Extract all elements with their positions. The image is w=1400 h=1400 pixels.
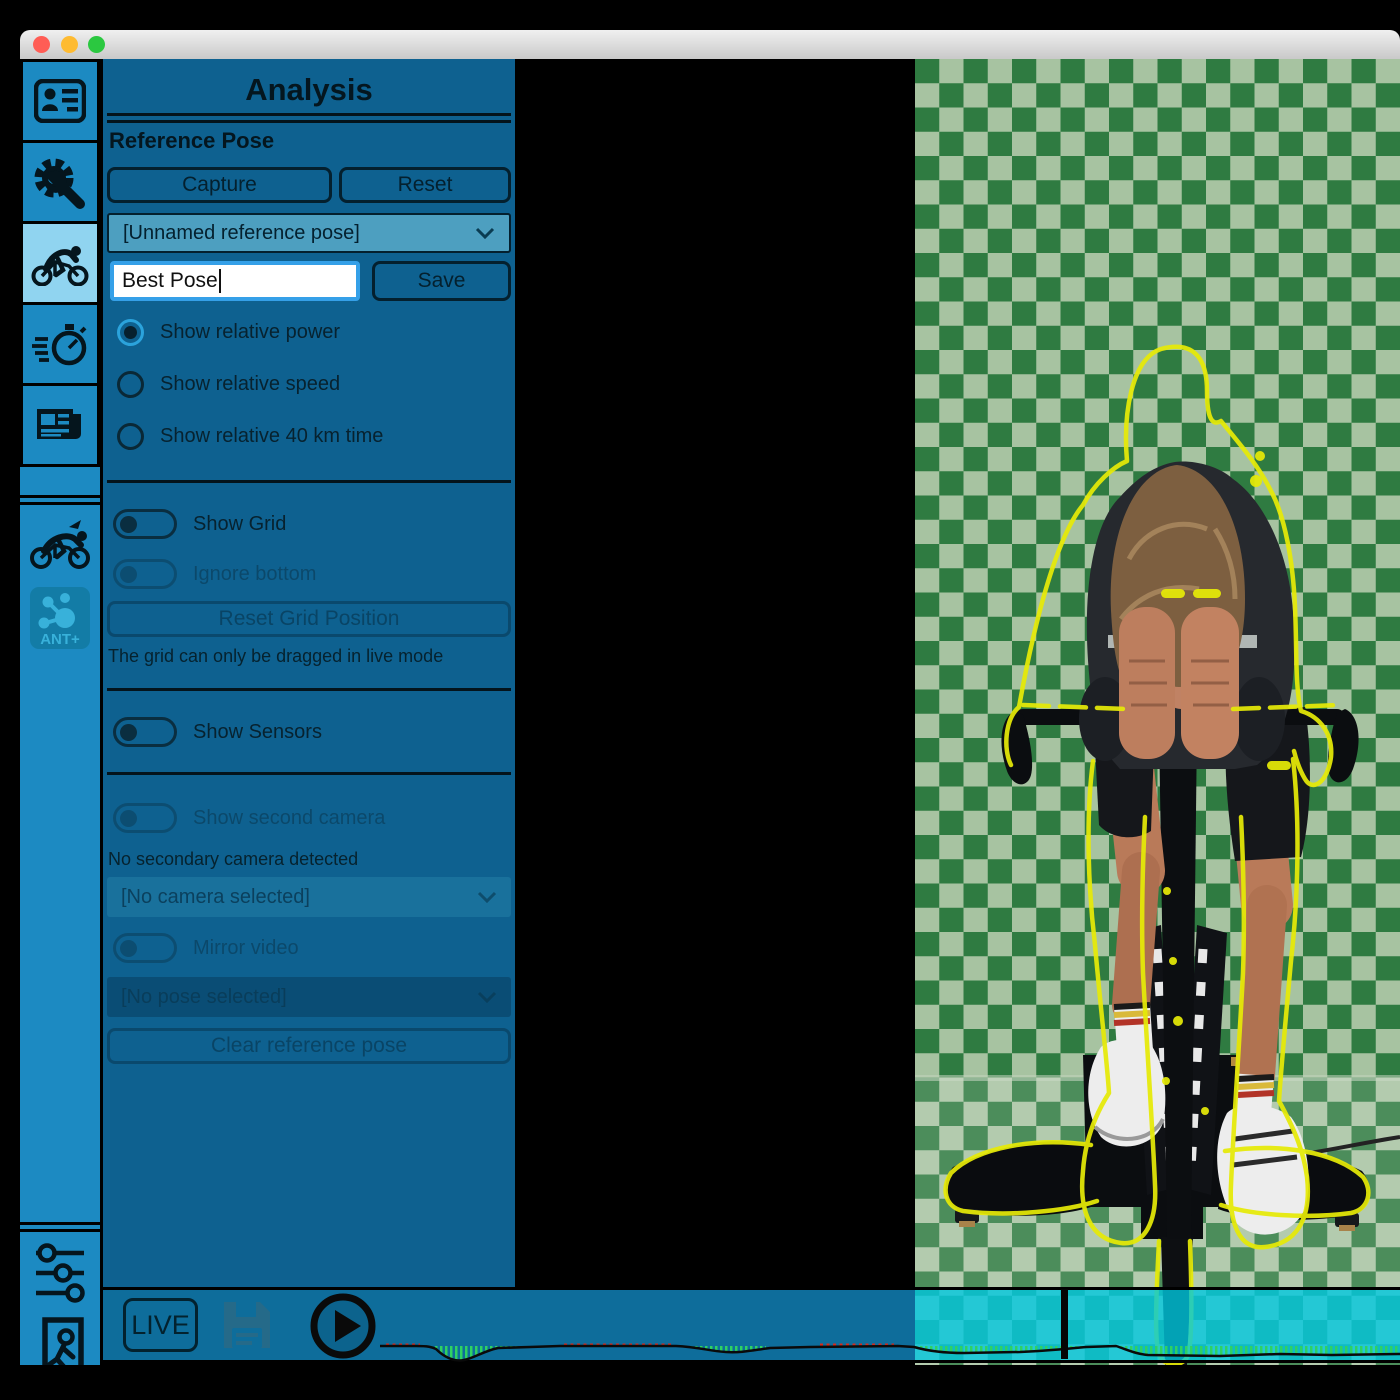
sliders-icon — [34, 1241, 86, 1305]
ignore-bottom-toggle: Ignore bottom — [113, 557, 316, 591]
pose-select-dropdown: [No pose selected] — [107, 977, 511, 1017]
floppy-disk-icon — [218, 1296, 276, 1354]
toggle-off-icon — [113, 559, 177, 589]
reset-button[interactable]: Reset — [339, 167, 511, 203]
radio-show-relative-40km-time[interactable]: Show relative 40 km time — [117, 421, 383, 451]
clear-reference-pose-button: Clear reference pose — [107, 1028, 511, 1064]
timeline-playhead[interactable] — [1061, 1289, 1068, 1359]
pose-name-input-value: Best Pose — [122, 269, 218, 293]
live-button[interactable]: LIVE — [123, 1298, 198, 1352]
camera-select-dropdown: [No camera selected] — [107, 877, 511, 917]
pose-name-input[interactable]: Best Pose — [110, 261, 360, 301]
sidebar-item-analysis[interactable] — [20, 221, 100, 305]
aero-cyclist-icon — [29, 517, 91, 569]
mirror-video-toggle: Mirror video — [113, 931, 299, 965]
show-grid-toggle[interactable]: Show Grid — [113, 507, 286, 541]
empty-viewport — [515, 59, 915, 1365]
show-second-camera-toggle: Show second camera — [113, 801, 385, 835]
ant-plus-badge: ANT+ — [29, 586, 91, 650]
toggle-off-icon — [113, 933, 177, 963]
application-window: ANT+ Analysis Refere — [20, 30, 1400, 1365]
panel-title: Analysis — [103, 72, 515, 108]
reference-pose-dropdown-value: [Unnamed reference pose] — [123, 222, 360, 245]
sidebar-item-timer[interactable] — [20, 302, 100, 386]
reference-pose-section-label: Reference Pose — [109, 128, 274, 154]
text-caret — [219, 269, 221, 293]
cyclist-icon — [30, 240, 90, 286]
sidebar-item-aero-pose[interactable] — [20, 517, 100, 569]
sidebar-item-antplus[interactable]: ANT+ — [20, 586, 100, 650]
timeline-waveform[interactable] — [380, 1338, 1400, 1364]
stopwatch-icon — [31, 322, 89, 366]
id-card-icon — [34, 79, 86, 123]
sidebar-item-report[interactable] — [20, 383, 100, 467]
play-button[interactable] — [309, 1292, 377, 1360]
radio-show-relative-power[interactable]: Show relative power — [117, 317, 340, 347]
ant-plus-label: ANT+ — [40, 631, 80, 648]
exit-door-icon — [33, 1317, 87, 1365]
radio-show-relative-speed[interactable]: Show relative speed — [117, 369, 340, 399]
zoom-window-icon[interactable] — [88, 36, 105, 53]
sidebar-item-settings[interactable] — [20, 140, 100, 224]
toggle-off-icon — [113, 803, 177, 833]
grid-note: The grid can only be dragged in live mod… — [108, 646, 443, 667]
chevron-down-icon — [477, 891, 497, 903]
chevron-down-icon — [477, 991, 497, 1003]
radio-selected-icon — [117, 319, 144, 346]
second-camera-status: No secondary camera detected — [108, 849, 358, 870]
reference-pose-dropdown[interactable]: [Unnamed reference pose] — [107, 213, 511, 253]
sidebar-item-profile[interactable] — [20, 59, 100, 143]
analysis-panel: Analysis Reference Pose Capture Reset [U… — [103, 59, 515, 1287]
chevron-down-icon — [475, 227, 495, 239]
radio-unselected-icon — [117, 371, 144, 398]
show-sensors-toggle[interactable]: Show Sensors — [113, 715, 322, 749]
save-button[interactable]: Save — [372, 261, 511, 301]
sidebar-item-exit[interactable] — [20, 1317, 100, 1365]
camera-video-feed — [915, 59, 1400, 1365]
toggle-off-icon — [113, 509, 177, 539]
reset-grid-position-button: Reset Grid Position — [107, 601, 511, 637]
capture-button[interactable]: Capture — [107, 167, 332, 203]
sidebar: ANT+ — [20, 59, 103, 1365]
toggle-off-icon — [113, 717, 177, 747]
gear-wrench-icon — [32, 154, 88, 210]
titlebar[interactable] — [20, 30, 1400, 59]
radio-unselected-icon — [117, 423, 144, 450]
app-root: ANT+ Analysis Refere — [0, 0, 1400, 1400]
close-window-icon[interactable] — [33, 36, 50, 53]
minimize-window-icon[interactable] — [61, 36, 78, 53]
newspaper-icon — [35, 405, 85, 445]
sidebar-item-adjustments[interactable] — [20, 1241, 100, 1305]
